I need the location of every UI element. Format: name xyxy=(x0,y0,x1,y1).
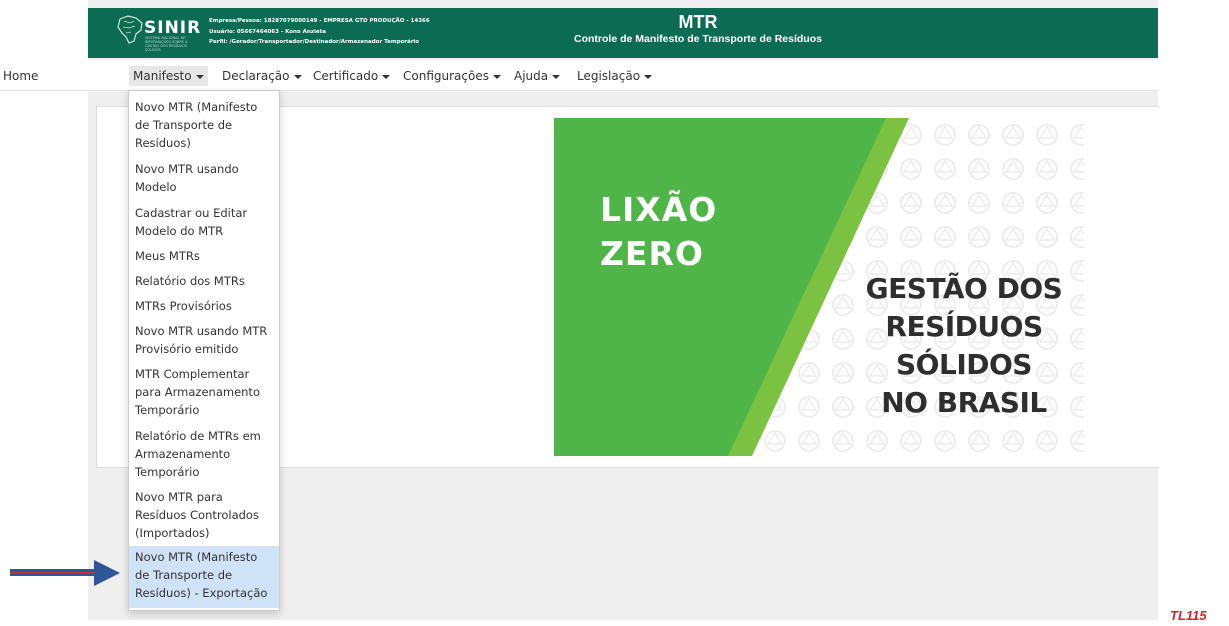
menu-item-label: Cadastrar ou Editar Modelo do MTR xyxy=(135,206,248,238)
nav-legislacao-label: Legislação xyxy=(577,69,641,83)
menu-item-relatorio-armazenamento[interactable]: Relatório de MTRs em Armazenamento Tempo… xyxy=(129,427,279,481)
gestao-line-3: SÓLIDOS xyxy=(896,348,1032,381)
nav-legislacao[interactable]: Legislação xyxy=(577,66,653,86)
nav-certificado[interactable]: Certificado xyxy=(313,66,391,86)
caret-down-icon xyxy=(492,74,501,79)
gestao-line-1: GESTÃO DOS xyxy=(865,272,1063,305)
menu-item-meus-mtrs[interactable]: Meus MTRs xyxy=(129,247,279,265)
menu-item-cadastrar-modelo[interactable]: Cadastrar ou Editar Modelo do MTR xyxy=(129,204,279,240)
menu-item-novo-mtr-exportacao[interactable]: Novo MTR (Manifesto de Transporte de Res… xyxy=(129,546,279,608)
caret-down-icon xyxy=(644,74,653,79)
caret-down-icon xyxy=(382,74,391,79)
menu-item-label: Meus MTRs xyxy=(135,249,200,263)
menu-item-novo-mtr-provisorio[interactable]: Novo MTR usando MTR Provisório emitido xyxy=(129,322,279,358)
menu-item-label: Relatório dos MTRs xyxy=(135,274,245,288)
app-window: SINIR SISTEMA NACIONAL DE INFORMAÇÕES SO… xyxy=(0,0,1159,620)
menu-item-label: Novo MTR usando MTR Provisório emitido xyxy=(135,324,268,356)
menu-item-novo-mtr[interactable]: Novo MTR (Manifesto de Transporte de Res… xyxy=(129,98,279,152)
caret-down-icon xyxy=(552,74,561,79)
nav-certificado-label: Certificado xyxy=(313,69,379,83)
zero-line: ZERO xyxy=(600,234,704,273)
menu-item-novo-mtr-modelo[interactable]: Novo MTR usando Modelo xyxy=(129,160,279,196)
menu-item-mtrs-provisorios[interactable]: MTRs Provisórios xyxy=(129,297,279,315)
caret-down-icon xyxy=(293,74,302,79)
lixao-line: LIXÃO xyxy=(600,190,718,229)
lixao-zero-text: LIXÃO ZERO xyxy=(600,188,717,276)
main-menu: Home Manifesto Declaração Certificado Co… xyxy=(0,60,1158,91)
page-title: MTR xyxy=(678,12,718,32)
gestao-line-2: RESÍDUOS xyxy=(885,310,1043,343)
nav-home-label: Home xyxy=(3,69,39,83)
gestao-text: GESTÃO DOS RESÍDUOS SÓLIDOS NO BRASIL xyxy=(844,270,1084,422)
nav-manifesto-label: Manifesto xyxy=(133,69,192,83)
gestao-line-4: NO BRASIL xyxy=(881,386,1047,419)
menu-item-mtr-complementar[interactable]: MTR Complementar para Armazenamento Temp… xyxy=(129,365,279,419)
pointer-arrow-icon xyxy=(10,560,120,586)
nav-declaracao[interactable]: Declaração xyxy=(222,66,302,86)
nav-declaracao-label: Declaração xyxy=(222,69,290,83)
nav-ajuda-label: Ajuda xyxy=(514,69,549,83)
menu-item-label: MTR Complementar para Armazenamento Temp… xyxy=(135,367,260,417)
page-subtitle: Controle de Manifesto de Transporte de R… xyxy=(574,33,822,45)
nav-configuracoes-label: Configurações xyxy=(403,69,489,83)
lixao-zero-banner: LIXÃO ZERO GESTÃO DOS RESÍDUOS SÓLIDOS N… xyxy=(554,118,1084,456)
menu-item-label: Novo MTR (Manifesto de Transporte de Res… xyxy=(135,100,258,150)
nav-configuracoes[interactable]: Configurações xyxy=(403,66,501,86)
menu-item-relatorio-mtrs[interactable]: Relatório dos MTRs xyxy=(129,272,279,290)
nav-manifesto[interactable]: Manifesto xyxy=(129,66,208,86)
nav-home[interactable]: Home xyxy=(3,66,38,86)
menu-item-label: Novo MTR (Manifesto de Transporte de Res… xyxy=(135,550,268,600)
menu-item-label: MTRs Provisórios xyxy=(135,299,232,313)
menu-item-novo-mtr-controlados[interactable]: Novo MTR para Resíduos Controlados (Impo… xyxy=(129,488,279,542)
nav-ajuda[interactable]: Ajuda xyxy=(514,66,561,86)
caret-down-icon xyxy=(195,74,204,79)
menu-item-label: Novo MTR usando Modelo xyxy=(135,162,239,194)
top-header: SINIR SISTEMA NACIONAL DE INFORMAÇÕES SO… xyxy=(88,8,1158,58)
menu-item-label: Novo MTR para Resíduos Controlados (Impo… xyxy=(135,490,259,540)
slide-tag: TL115 xyxy=(1170,608,1207,623)
manifesto-dropdown-menu: Novo MTR (Manifesto de Transporte de Res… xyxy=(128,90,280,611)
menu-item-label: Relatório de MTRs em Armazenamento Tempo… xyxy=(135,429,261,479)
